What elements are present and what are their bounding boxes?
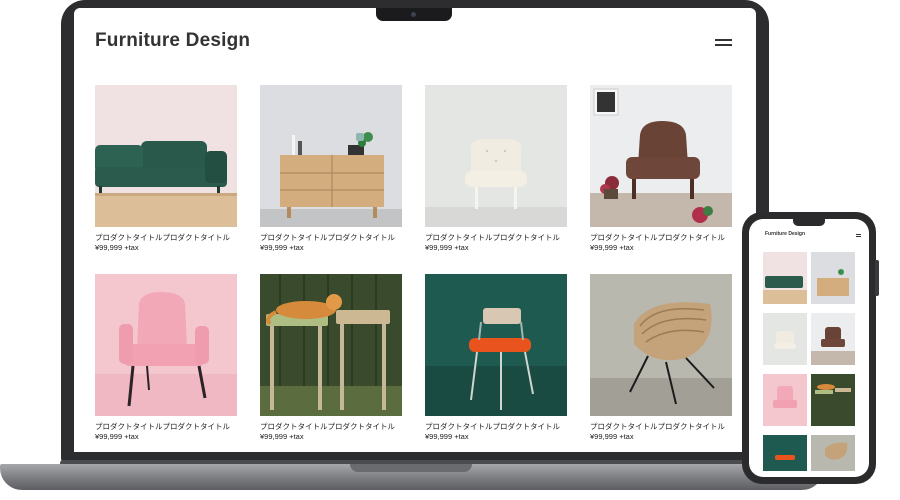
product-card[interactable]: プロダクトタイトルプロダクトタイトル ¥99,999 +tax [425,85,567,253]
product-card[interactable]: プロダクトタイトルプロダクトタイトル ¥99,999 +tax [260,85,402,253]
product-price: ¥99,999 +tax [260,432,304,441]
mobile-product-image-sideboard[interactable] [811,252,855,304]
product-image-brown-armchair[interactable] [590,85,732,227]
product-image-sideboard[interactable] [260,85,402,227]
product-image-white-chair[interactable] [425,85,567,227]
product-title[interactable]: プロダクトタイトルプロダクトタイトル [260,233,402,243]
mobile-site-title[interactable]: Furniture Design [765,231,805,237]
product-image-cat-stools[interactable] [260,274,402,416]
site-title[interactable]: Furniture Design [95,30,250,52]
mobile-product-image-pink-armchair[interactable] [763,374,807,426]
product-price: ¥99,999 +tax [260,243,304,252]
product-card[interactable]: プロダクトタイトルプロダクトタイトル ¥99,999 +tax [95,274,237,442]
product-price: ¥99,999 +tax [590,243,634,252]
mobile-product-image-white-chair[interactable] [763,313,807,365]
product-image-green-sofa[interactable] [95,85,237,227]
camera-icon [411,12,416,17]
mobile-product-image-orange-chair[interactable] [763,435,807,471]
product-image-pink-armchair[interactable] [95,274,237,416]
product-title[interactable]: プロダクトタイトルプロダクトタイトル [425,233,567,243]
laptop-base [0,464,824,490]
product-title[interactable]: プロダクトタイトルプロダクトタイトル [425,422,567,432]
product-card[interactable]: プロダクトタイトルプロダクトタイトル ¥99,999 +tax [590,274,732,442]
mobile-product-image-brown-armchair[interactable] [811,313,855,365]
phone-screen: Furniture Design [749,219,869,477]
hamburger-menu-icon[interactable] [715,39,732,47]
laptop-screen: Furniture Design プロダクトタイトルプロダクトタイトル ¥99,… [74,8,756,452]
product-card[interactable]: プロダクトタイトルプロダクトタイトル ¥99,999 +tax [425,274,567,442]
product-price: ¥99,999 +tax [590,432,634,441]
product-card[interactable]: プロダクトタイトルプロダクトタイトル ¥99,999 +tax [590,85,732,253]
product-title[interactable]: プロダクトタイトルプロダクトタイトル [260,422,402,432]
product-title[interactable]: プロダクトタイトルプロダクトタイトル [95,233,237,243]
product-title[interactable]: プロダクトタイトルプロダクトタイトル [95,422,237,432]
product-price: ¥99,999 +tax [425,243,469,252]
phone-notch [793,219,825,226]
product-price: ¥99,999 +tax [95,432,139,441]
product-card[interactable]: プロダクトタイトルプロダクトタイトル ¥99,999 +tax [95,85,237,253]
product-card[interactable]: プロダクトタイトルプロダクトタイトル ¥99,999 +tax [260,274,402,442]
product-price: ¥99,999 +tax [425,432,469,441]
mobile-product-image-rattan-chair[interactable] [811,435,855,471]
product-image-orange-chair[interactable] [425,274,567,416]
laptop-notch [376,8,452,21]
product-image-rattan-chair[interactable] [590,274,732,416]
mobile-menu-icon[interactable] [856,234,861,237]
mobile-product-image-green-sofa[interactable] [763,252,807,304]
product-title[interactable]: プロダクトタイトルプロダクトタイトル [590,233,732,243]
product-price: ¥99,999 +tax [95,243,139,252]
phone-side-button [875,260,879,296]
product-title[interactable]: プロダクトタイトルプロダクトタイトル [590,422,732,432]
mobile-product-image-cat-stools[interactable] [811,374,855,426]
